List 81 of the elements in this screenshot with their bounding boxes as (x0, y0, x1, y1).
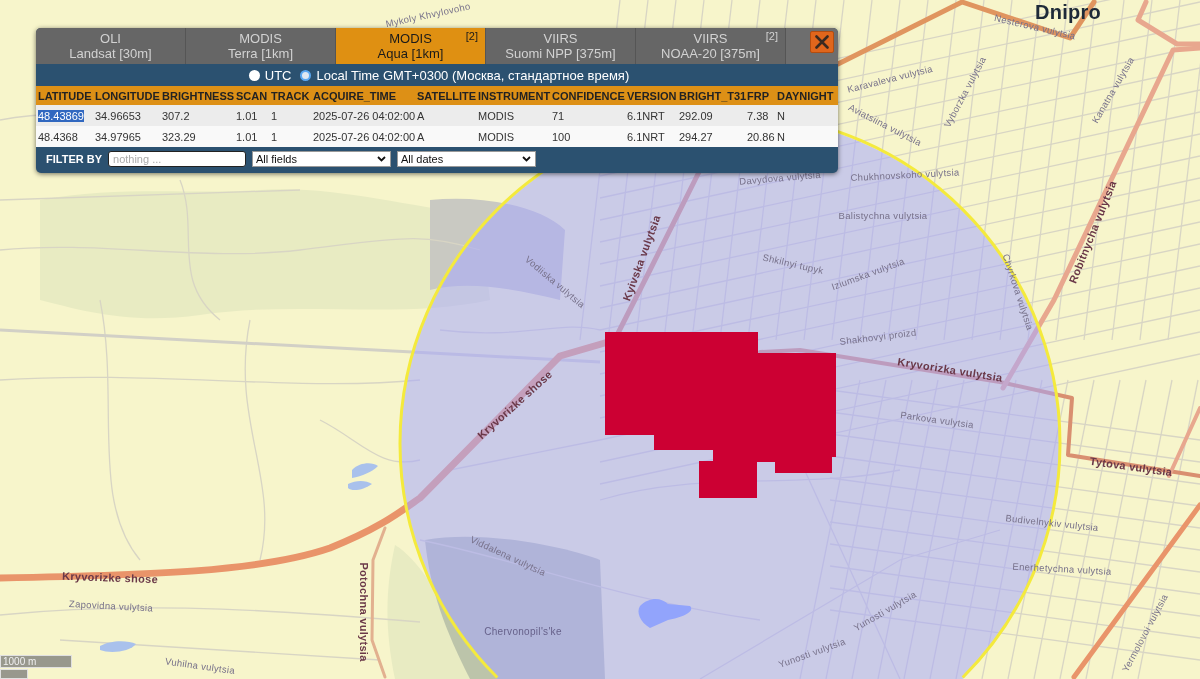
lake (100, 641, 136, 652)
place-label: Chervonopil's'ke (484, 627, 562, 637)
radio-button[interactable] (300, 69, 312, 81)
table-cell: 100 (552, 130, 571, 143)
table-cell: 2025-07-26 04:02:00 (313, 130, 416, 143)
table-cell: 71 (552, 109, 565, 122)
table-cell: 34.96653 (95, 109, 141, 122)
table-cell: 1 (271, 109, 278, 122)
table-cell: 323.29 (162, 130, 196, 143)
radio-button[interactable] (248, 69, 260, 81)
table-row[interactable]: 48.43869 34.96653 307.2 1.01 1 2025-07-26 04:02:00 A MODIS 71 6.1NRT 292.09 7.38 N (36, 105, 838, 126)
column-header[interactable]: TRACK (269, 89, 311, 102)
scale-bar: 1000 m (0, 655, 72, 668)
column-header[interactable]: FRP (745, 89, 775, 102)
column-header[interactable]: LATITUDE (36, 89, 93, 102)
table-cell: 294.27 (679, 130, 713, 143)
table-cell: 292.09 (679, 109, 713, 122)
road-label: Tytova vulytsia (1089, 455, 1173, 479)
tab[interactable]: MODIS Aqua [1km] [2] (336, 28, 486, 64)
table-cell: 6.1NRT (627, 130, 665, 143)
street-label: Budivelnykiv vulytsia (1005, 513, 1099, 533)
table-cell: MODIS (478, 109, 515, 122)
column-header[interactable]: BRIGHTNESS (160, 89, 234, 102)
tab[interactable]: VIIRS NOAA-20 [375m] [2] (636, 28, 786, 64)
column-header[interactable]: INSTRUMENT (476, 89, 550, 102)
date-select[interactable]: All dates (397, 150, 536, 167)
table-cell: 2025-07-26 04:02:00 (313, 109, 416, 122)
street-label: Zapovidna vulytsia (68, 599, 154, 613)
table-row[interactable]: 48.4368 34.97965 323.29 1.01 1 2025-07-26 04:02:00 A MODIS 100 6.1NRT 294.27 20.86 N (36, 126, 838, 147)
table-cell: 6.1NRT (627, 109, 665, 122)
table-cell: N (777, 130, 785, 143)
tab-count: [2] (465, 30, 478, 43)
table-cell: 1.01 (236, 109, 258, 122)
road-label: Kryvorizka vulytsia (896, 356, 1004, 384)
lake (352, 463, 378, 478)
column-header[interactable]: BRIGHT_T31 (677, 89, 745, 102)
table-cell: 20.86 (747, 130, 775, 143)
tab[interactable]: MODIS Terra [1km] (186, 28, 336, 64)
radio-label[interactable]: UTC (264, 67, 292, 83)
table-cell: 48.43869 (38, 109, 84, 122)
column-header[interactable]: CONFIDENCE (550, 89, 625, 102)
street-label: Chukhnovskoho vulytsia (850, 167, 960, 183)
column-header[interactable]: LONGITUDE (93, 89, 160, 102)
tab[interactable]: OLI Landsat [30m] (36, 28, 186, 64)
table-cell: 1.01 (236, 130, 258, 143)
caret-icon (377, 155, 386, 162)
table-cell: 34.97965 (95, 130, 141, 143)
street-label: Parkova vulytsia (899, 410, 975, 430)
field-select[interactable]: All fields (252, 150, 391, 167)
column-header[interactable]: SATELLITE (415, 89, 476, 102)
column-header[interactable]: VERSION (625, 89, 677, 102)
lake (638, 599, 692, 628)
table-cell: N (777, 109, 785, 122)
lake (348, 481, 372, 491)
street-label: Davydova vulytsia (738, 169, 822, 187)
street-label: Vuhilna vulytsia (164, 656, 236, 676)
tab-count: [2] (765, 30, 778, 43)
table-cell: MODIS (478, 130, 515, 143)
street-label: Enerhetychna vulytsia (1012, 561, 1112, 577)
street-label: Shakhovyi proizd (839, 327, 917, 347)
close-icon (815, 35, 829, 49)
radio-label[interactable]: Local Time GMT+0300 (Москва, стандартное время) (316, 67, 630, 83)
road-label: Potochna vulytsia (357, 562, 369, 662)
column-header[interactable]: ACQUIRE_TIME (311, 89, 415, 102)
filter-label: FILTER BY (46, 152, 102, 165)
street-label: Balistychna vulytsia (838, 211, 928, 221)
column-header[interactable]: SCAN (234, 89, 269, 102)
table-cell: A (417, 130, 425, 143)
filter-input[interactable]: nothing ... (108, 150, 246, 167)
scale-bar (0, 669, 28, 679)
tab[interactable]: VIIRS Suomi NPP [375m] (486, 28, 636, 64)
table-cell: 7.38 (747, 109, 769, 122)
table-cell: 48.4368 (38, 130, 78, 143)
column-header[interactable]: DAYNIGHT (775, 89, 838, 102)
caret-icon (522, 155, 531, 162)
street-label: Shkilnyi tupyk (761, 252, 825, 276)
table-cell: 307.2 (162, 109, 190, 122)
table-cell: A (417, 109, 425, 122)
street-label: Mykoly Khvylovoho (384, 1, 472, 29)
close-button[interactable] (810, 31, 834, 53)
table-cell: 1 (271, 130, 278, 143)
